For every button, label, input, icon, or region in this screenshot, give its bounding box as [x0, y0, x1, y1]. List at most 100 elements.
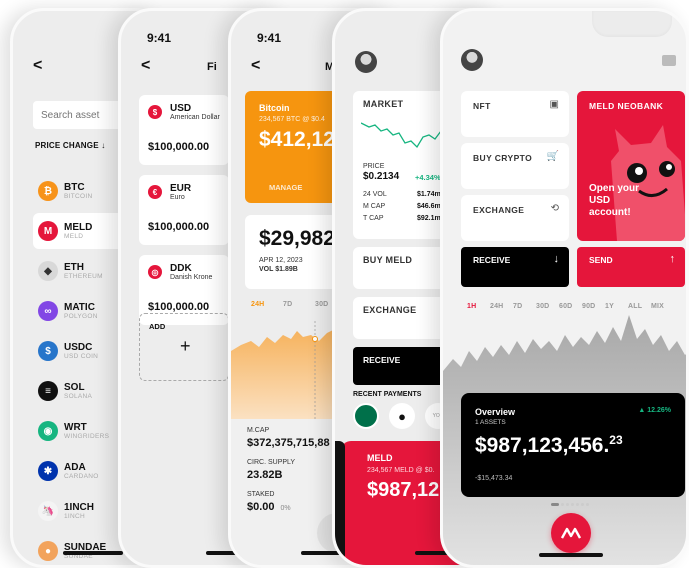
overview-delta: -$15,473.34 [475, 475, 513, 482]
recent-payments-label: RECENT PAYMENTS [353, 391, 422, 398]
meld-logo-button[interactable] [551, 513, 591, 553]
currency-amount: $100,000.00 [148, 141, 210, 153]
price-date: APR 12, 2023 [259, 257, 303, 264]
status-time: 9:41 [257, 31, 282, 45]
stat-value-text: $372,375,715,88 [247, 437, 330, 449]
plus-icon: + [180, 336, 191, 356]
stat-label: CIRC. SUPPLY [247, 459, 296, 466]
stat-value: $92.1m [417, 215, 441, 222]
coin-text: MELD MELD [64, 222, 92, 240]
send-button[interactable]: SEND ↑ [577, 247, 685, 287]
volume: VOL $1.89B [259, 266, 298, 273]
overview-sub: 1 ASSETS [475, 419, 506, 426]
asset-sub: 234,567 BTC @ $0.4 [259, 116, 325, 123]
coin-symbol: 1INCH [64, 502, 95, 513]
tab-30d[interactable]: 30D [536, 303, 549, 310]
coin-name: WINGRIDERS [64, 433, 110, 440]
coin-text: USDC USD COIN [64, 342, 98, 360]
tab-7d[interactable]: 7D [283, 301, 292, 308]
currency-card-usd[interactable]: $ USD American Dollar $100,000.00 [139, 95, 229, 165]
stat-value: $0.00 0% [247, 501, 291, 513]
stat-value: 23.82B [247, 469, 288, 481]
exchange-button[interactable]: EXCHANGE ⟲ [461, 195, 569, 241]
overview-card[interactable]: Overview 1 ASSETS ▲ 12.26% $987,123,456.… [461, 393, 685, 497]
back-icon[interactable]: < [33, 57, 42, 75]
coin-name: CARDANO [64, 473, 99, 480]
btc-icon: ₿ [38, 181, 58, 201]
tab-90d[interactable]: 90D [582, 303, 595, 310]
usdc-icon: $ [38, 341, 58, 361]
add-label: ADD [149, 322, 166, 331]
currency-name: American Dollar [170, 114, 220, 121]
market-label: MARKET [363, 99, 404, 109]
overview-value: $987,123,456.23 [475, 433, 623, 457]
asset-name: Bitcoin [259, 103, 290, 113]
coin-name: USD COIN [64, 353, 99, 360]
home-indicator [63, 551, 123, 555]
chart-cursor-dot [312, 336, 318, 342]
meld-icon: M [38, 221, 58, 241]
tab-mix[interactable]: MIX [651, 303, 664, 310]
currency-card-eur[interactable]: € EUR Euro $100,000.00 [139, 175, 229, 245]
back-icon[interactable]: < [251, 57, 260, 75]
coin-symbol: SOL [64, 382, 85, 393]
sort-filter[interactable]: PRICE CHANGE ↓ [35, 141, 105, 150]
tab-60d[interactable]: 60D [559, 303, 572, 310]
notch [592, 11, 672, 37]
filter-label: PRICE CHANGE [35, 141, 99, 150]
coin-symbol: MATIC [64, 302, 95, 313]
currency-name: Euro [170, 194, 185, 201]
currency-code: EUR [170, 183, 192, 194]
buy-crypto-label: BUY CRYPTO [473, 153, 533, 163]
sundae-icon: ● [38, 541, 58, 561]
page-dots [551, 503, 589, 506]
overview-title: Overview [475, 407, 516, 417]
buy-crypto-button[interactable]: BUY CRYPTO 🛒 [461, 143, 569, 189]
neobank-card[interactable]: MELD NEOBANK Open your USD account! [577, 91, 685, 241]
coin-text: 1INCH 1INCH [64, 502, 94, 520]
coin-symbol: USDC [64, 342, 93, 353]
stat-label: M.CAP [247, 427, 270, 434]
tab-24h[interactable]: 24H [251, 301, 264, 308]
chat-icon[interactable] [662, 55, 676, 66]
stat-value-text: 23.82B [247, 469, 283, 481]
tab-all[interactable]: ALL [628, 303, 642, 310]
add-currency-button[interactable]: ADD + [139, 313, 229, 381]
apple-logo[interactable]: ● [389, 403, 415, 429]
receive-button[interactable]: RECEIVE ↓ [461, 247, 569, 287]
image-icon: ▣ [549, 99, 559, 110]
stat-label: 24 VOL [363, 191, 387, 198]
back-icon[interactable]: < [141, 57, 150, 75]
coin-name: POLYGON [64, 313, 98, 320]
coin-name: 1INCH [64, 513, 86, 520]
sol-icon: ≡ [38, 381, 58, 401]
arrow-down-icon: ↓ [101, 141, 106, 150]
stat-value: $1.74m [417, 191, 441, 198]
avatar[interactable] [355, 51, 377, 73]
coin-text: ETH ETHEREUM [64, 262, 103, 280]
coin-name: BITCOIN [64, 193, 93, 200]
meld-name: MELD [367, 453, 393, 463]
neobank-label: MELD NEOBANK [589, 101, 664, 111]
manage-button[interactable]: MANAGE [269, 183, 302, 192]
stat-label: STAKED [247, 491, 275, 498]
tab-24h[interactable]: 24H [490, 303, 503, 310]
receive-label: RECEIVE [363, 355, 401, 365]
page-title: Fi [207, 61, 217, 73]
eth-icon: ◆ [38, 261, 58, 281]
tab-7d[interactable]: 7D [513, 303, 522, 310]
avatar[interactable] [461, 49, 483, 71]
tab-30d[interactable]: 30D [315, 301, 328, 308]
coin-symbol: ADA [64, 462, 86, 473]
buy-meld-label: BUY MELD [363, 255, 413, 265]
receive-label: RECEIVE [473, 255, 511, 265]
wrt-icon: ◉ [38, 421, 58, 441]
tab-1y[interactable]: 1Y [605, 303, 614, 310]
tab-1h[interactable]: 1H [467, 303, 476, 310]
home-indicator [539, 553, 603, 557]
neobank-text: Open your USD account! [589, 183, 640, 218]
price-value: $29,982 [259, 227, 335, 250]
arrow-up-icon: ↑ [669, 253, 676, 265]
nft-button[interactable]: NFT ▣ [461, 91, 569, 137]
starbucks-logo[interactable] [353, 403, 379, 429]
